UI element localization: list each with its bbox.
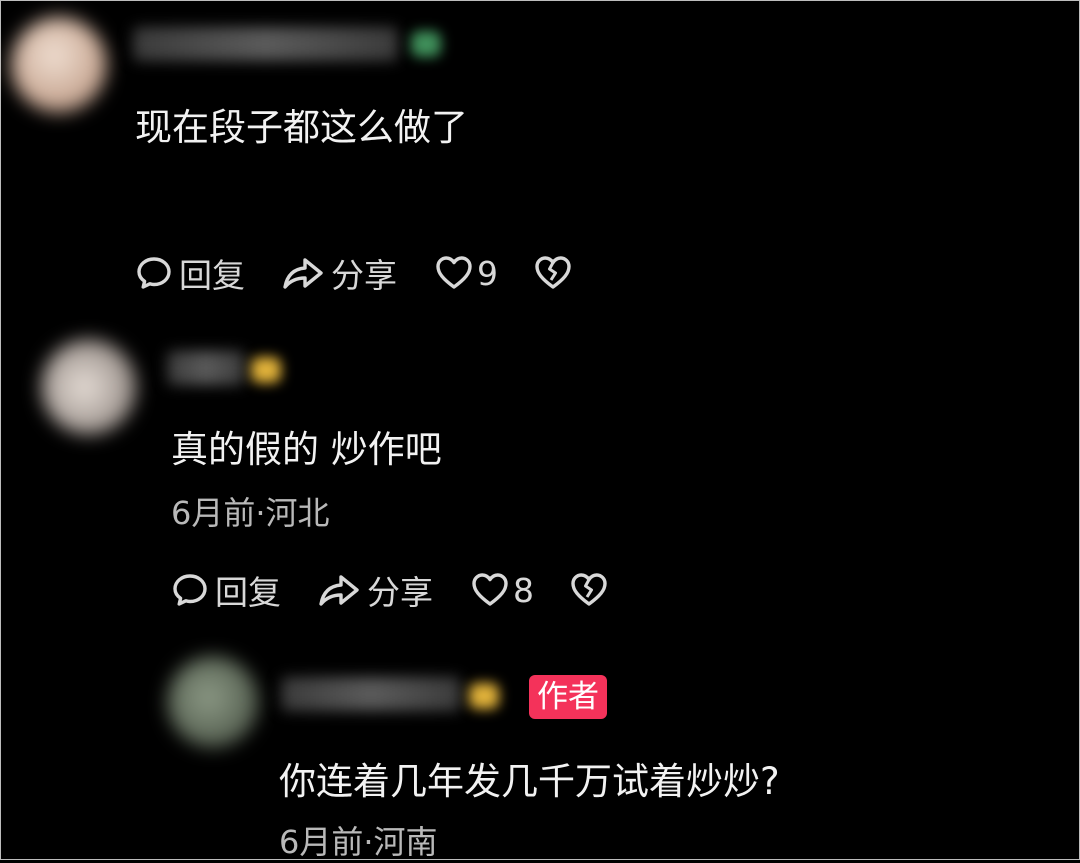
comment-actions: 回复 分享 9 (135, 251, 572, 295)
avatar[interactable] (167, 656, 259, 748)
like-count: 9 (477, 253, 498, 293)
reply-button[interactable]: 回复 (135, 249, 245, 297)
broken-heart-icon (534, 255, 572, 291)
comment-thread: 现在段子都这么做了 回复 分享 9 真的假的 炒作吧 6月前·河北 回复 分享 … (0, 0, 1080, 861)
heart-icon (435, 255, 473, 291)
like-button[interactable]: 8 (471, 571, 534, 610)
comment-text: 真的假的 炒作吧 (171, 428, 442, 471)
author-badge: 作者 (529, 675, 607, 719)
comment-actions: 回复 分享 8 (171, 568, 608, 612)
dislike-button[interactable] (534, 255, 572, 291)
dislike-button[interactable] (570, 572, 608, 608)
share-button[interactable]: 分享 (281, 249, 397, 297)
avatar[interactable] (11, 17, 107, 113)
share-label: 分享 (367, 573, 433, 612)
comment-meta: 6月前·河北 (171, 494, 330, 532)
share-icon (281, 254, 325, 292)
like-count: 8 (513, 570, 534, 610)
avatar[interactable] (41, 339, 137, 435)
reply-label: 回复 (215, 573, 281, 612)
comment-meta: 6月前·河南 (279, 823, 438, 861)
comment-icon (171, 571, 209, 609)
username-blurred[interactable] (133, 27, 398, 61)
like-button[interactable]: 9 (435, 254, 498, 293)
comment-text: 你连着几年发几千万试着炒炒? (279, 760, 780, 803)
heart-icon (471, 572, 509, 608)
share-icon (317, 571, 361, 609)
reply-button[interactable]: 回复 (171, 566, 281, 614)
reply-label: 回复 (179, 256, 245, 295)
username-blurred[interactable] (167, 351, 245, 385)
share-label: 分享 (331, 256, 397, 295)
share-button[interactable]: 分享 (317, 566, 433, 614)
verified-mark-blurred (251, 357, 281, 383)
comment-icon (135, 254, 173, 292)
username-blurred[interactable] (281, 677, 461, 711)
verified-mark-blurred (411, 31, 441, 57)
broken-heart-icon (570, 572, 608, 608)
comment-text: 现在段子都这么做了 (135, 106, 468, 149)
verified-mark-blurred (469, 683, 499, 709)
